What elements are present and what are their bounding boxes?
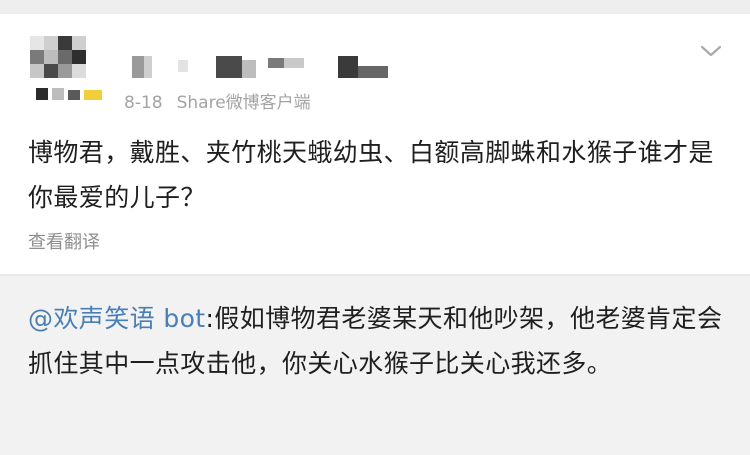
top-gap [0, 0, 750, 14]
post-text: 博物君，戴胜、夹竹桃天蛾幼虫、白额高脚蛛和水猴子谁才是你最爱的儿子？ [28, 138, 714, 212]
post-date: 8-18 [124, 93, 163, 113]
username-blurred[interactable] [132, 46, 392, 80]
reply-card[interactable]: @欢声笑语 bot:假如博物君老婆某天和他吵架，他老婆肯定会抓住其中一点攻击他，… [0, 276, 750, 455]
weibo-screen: 8-18 Share微博客户端 博物君，戴胜、夹竹桃天蛾幼虫、白额高脚蛛和水猴子谁… [0, 0, 750, 455]
chevron-down-icon[interactable] [697, 40, 725, 62]
post-meta: 8-18 Share微博客户端 [124, 88, 311, 113]
mention-link[interactable]: @欢声笑语 bot [28, 304, 206, 333]
reply-text: @欢声笑语 bot:假如博物君老婆某天和他吵架，他老婆肯定会抓住其中一点攻击他，… [28, 296, 728, 386]
avatar[interactable] [30, 36, 104, 110]
translate-link[interactable]: 查看翻译 [28, 228, 100, 254]
post-source: Share微博客户端 [176, 93, 311, 113]
